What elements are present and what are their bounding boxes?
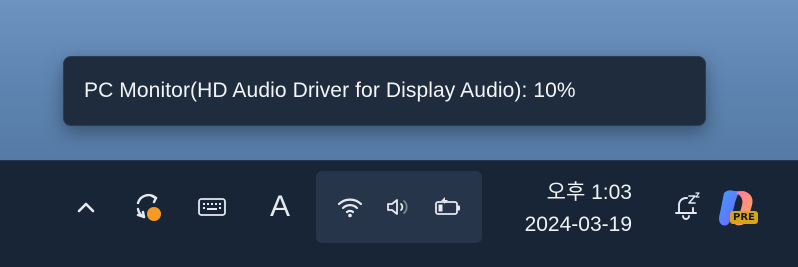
volume-icon [387, 199, 408, 215]
notifications-button[interactable] [664, 185, 708, 229]
ime-label: A [269, 190, 290, 223]
network-status[interactable] [330, 187, 370, 227]
clock-date: 2024-03-19 [524, 213, 632, 236]
volume-tooltip: PC Monitor(HD Audio Driver for Display A… [63, 56, 706, 126]
clock-button[interactable]: 오후 1:03 2024-03-19 [486, 173, 646, 245]
copilot-preview-icon [719, 190, 753, 226]
show-hidden-icons-button[interactable] [68, 187, 104, 227]
sync-status-icon [136, 193, 161, 221]
preview-badge: PRE [730, 211, 758, 224]
chevron-up-icon [77, 202, 95, 213]
battery-status[interactable] [426, 187, 470, 227]
tooltip-text: PC Monitor(HD Audio Driver for Display A… [84, 79, 576, 102]
sync-status-button[interactable] [126, 185, 170, 229]
volume-status[interactable] [378, 187, 418, 227]
taskbar: A 오후 1:03 2024-03-19 PRE [0, 160, 798, 267]
touch-keyboard-button[interactable] [190, 187, 234, 227]
wifi-icon [337, 198, 363, 218]
input-method-indicator[interactable]: A [260, 185, 300, 229]
battery-icon [435, 197, 460, 215]
touch-keyboard-icon [198, 198, 226, 216]
clock-time: 오후 1:03 [546, 181, 632, 204]
copilot-button[interactable]: PRE [708, 181, 768, 237]
notification-bell-sleep-icon [675, 192, 700, 220]
